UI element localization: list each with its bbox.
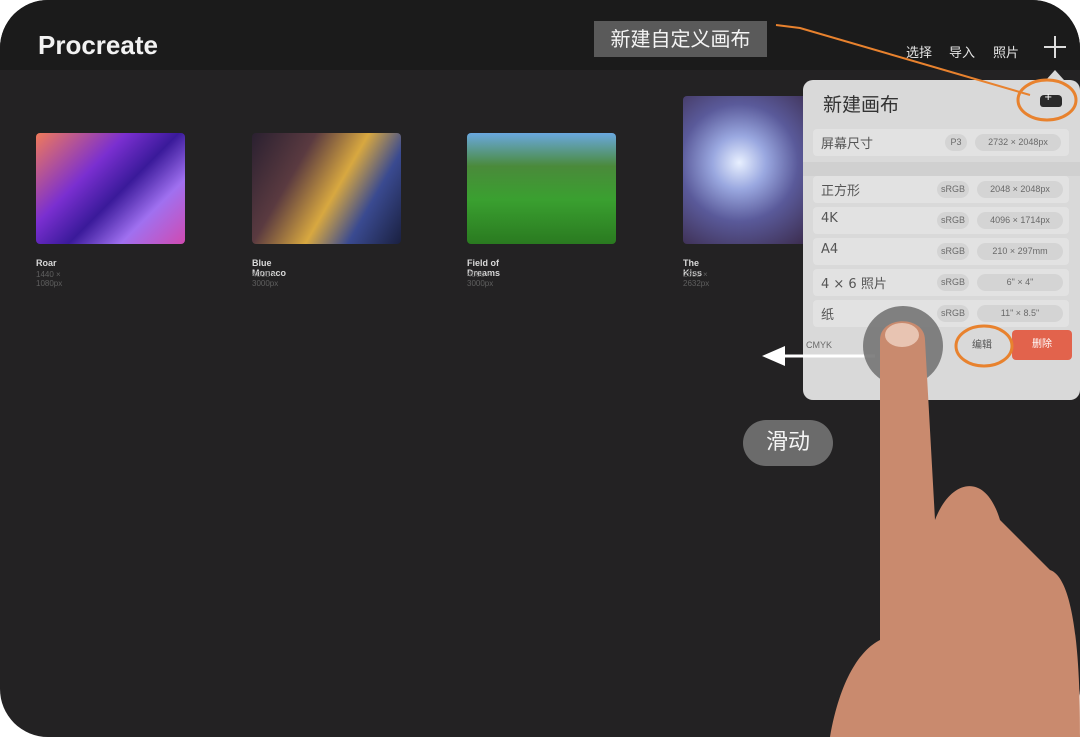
color-profile: sRGB	[937, 243, 969, 260]
popover-arrow	[1046, 70, 1064, 80]
delete-preset-button[interactable]: 删除	[1012, 330, 1072, 360]
popover-title: 新建画布	[823, 94, 900, 116]
preset-name: 正方形	[821, 184, 861, 199]
select-button[interactable]: 选择	[906, 42, 932, 61]
swipe-gesture-label: 滑动	[743, 420, 833, 466]
color-profile: sRGB	[937, 274, 969, 291]
app-title: Procreate	[38, 30, 158, 60]
preset-name: 4 × 6 照片	[821, 277, 887, 292]
photo-button[interactable]: 照片	[993, 42, 1019, 61]
preset-row[interactable]: A4 sRGB 210 × 297mm	[813, 238, 1069, 265]
artwork-size: 4000 × 3000px	[467, 270, 494, 288]
artwork-thumbnail[interactable]	[36, 133, 185, 244]
annotation-callout: 新建自定义画布	[594, 21, 767, 57]
swiped-preset-profile: CMYK	[806, 340, 833, 350]
preset-row[interactable]: 4 × 6 照片 sRGB 6" × 4"	[813, 269, 1069, 296]
canvas-size: 2048 × 2048px	[977, 181, 1063, 198]
color-profile: P3	[945, 134, 967, 151]
preset-name: A4	[821, 242, 839, 257]
ipad-screen: Procreate 选择 导入 照片 Roar 1440 × 1080px Bl…	[0, 0, 1080, 737]
edit-preset-button[interactable]: 编辑	[962, 333, 1002, 359]
color-profile: sRGB	[937, 181, 969, 198]
preset-name: 纸	[821, 308, 835, 323]
canvas-size: 11" × 8.5"	[977, 305, 1063, 322]
preset-name: 4K	[821, 211, 838, 226]
artwork-thumbnail[interactable]	[683, 96, 808, 244]
artwork-thumbnail[interactable]	[252, 133, 401, 244]
preset-row[interactable]: 纸 sRGB 11" × 8.5"	[813, 300, 1069, 327]
color-profile: sRGB	[937, 305, 969, 322]
artwork-size: 4000 × 3000px	[252, 270, 279, 288]
canvas-size: 210 × 297mm	[977, 243, 1063, 260]
artwork-size: 2632 × 2632px	[683, 270, 710, 288]
artwork-thumbnail[interactable]	[467, 133, 616, 244]
preset-row[interactable]: 4K sRGB 4096 × 1714px	[813, 207, 1069, 234]
preset-row[interactable]: 正方形 sRGB 2048 × 2048px	[813, 176, 1069, 203]
plus-icon[interactable]	[1044, 36, 1066, 58]
canvas-size: 4096 × 1714px	[977, 212, 1063, 229]
preset-row[interactable]: 屏幕尺寸 P3 2732 × 2048px	[813, 129, 1069, 156]
canvas-size: 2732 × 2048px	[975, 134, 1061, 151]
artwork-size: 1440 × 1080px	[36, 270, 63, 288]
section-divider	[803, 162, 1080, 176]
canvas-size: 6" × 4"	[977, 274, 1063, 291]
preset-name: 屏幕尺寸	[821, 137, 874, 152]
color-profile: sRGB	[937, 212, 969, 229]
new-canvas-icon[interactable]: +	[1040, 92, 1062, 107]
import-button[interactable]: 导入	[949, 42, 975, 61]
artwork-title: Roar	[36, 258, 57, 268]
